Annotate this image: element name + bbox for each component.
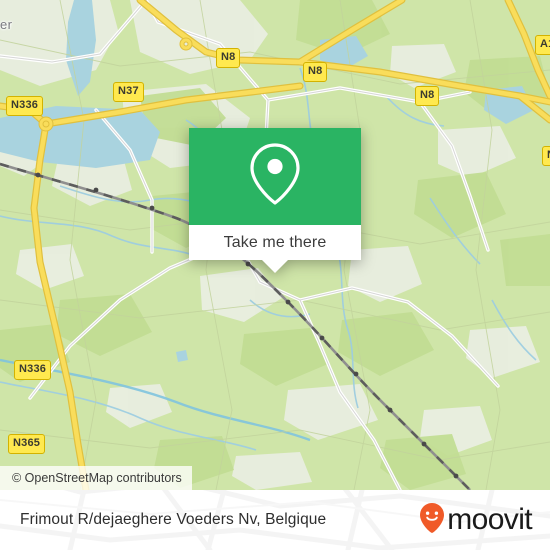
road-shield-n8-west[interactable]: N8 <box>216 48 241 68</box>
map-pin-icon <box>247 141 303 212</box>
osm-attribution[interactable]: © OpenStreetMap contributors <box>0 466 192 490</box>
location-title: Frimout R/dejaeghere Voeders Nv, Belgiqu… <box>20 511 327 528</box>
road-shield-n365[interactable]: N365 <box>8 434 46 454</box>
moovit-pin-icon <box>419 502 445 539</box>
osm-attribution-text: © OpenStreetMap contributors <box>12 471 182 485</box>
road-shield-n336-south[interactable]: N336 <box>14 360 52 380</box>
screenshot-root: er N336 N37 N8 N8 N8 A1 N N336 N365 © Op… <box>0 0 550 550</box>
callout-tail <box>262 260 288 273</box>
callout-label-panel[interactable]: Take me there <box>189 225 361 273</box>
road-shield-n336-north[interactable]: N336 <box>6 96 44 116</box>
road-shield-n8-mid[interactable]: N8 <box>303 62 328 82</box>
road-shield-n8-east[interactable]: N8 <box>415 86 440 106</box>
road-shield-n-east[interactable]: N <box>542 146 550 166</box>
footer-content: Frimout R/dejaeghere Voeders Nv, Belgiqu… <box>0 490 550 550</box>
callout-icon-panel <box>189 128 361 225</box>
footer-bar: Frimout R/dejaeghere Voeders Nv, Belgiqu… <box>0 490 550 550</box>
map-place-label: er <box>0 17 13 32</box>
take-me-there-callout[interactable]: Take me there <box>189 128 361 273</box>
road-shield-n37[interactable]: N37 <box>113 82 144 102</box>
moovit-brand[interactable]: moovit <box>419 502 533 539</box>
callout-label: Take me there <box>223 233 327 251</box>
moovit-wordmark: moovit <box>447 503 532 536</box>
road-shield-a1[interactable]: A1 <box>535 35 550 55</box>
